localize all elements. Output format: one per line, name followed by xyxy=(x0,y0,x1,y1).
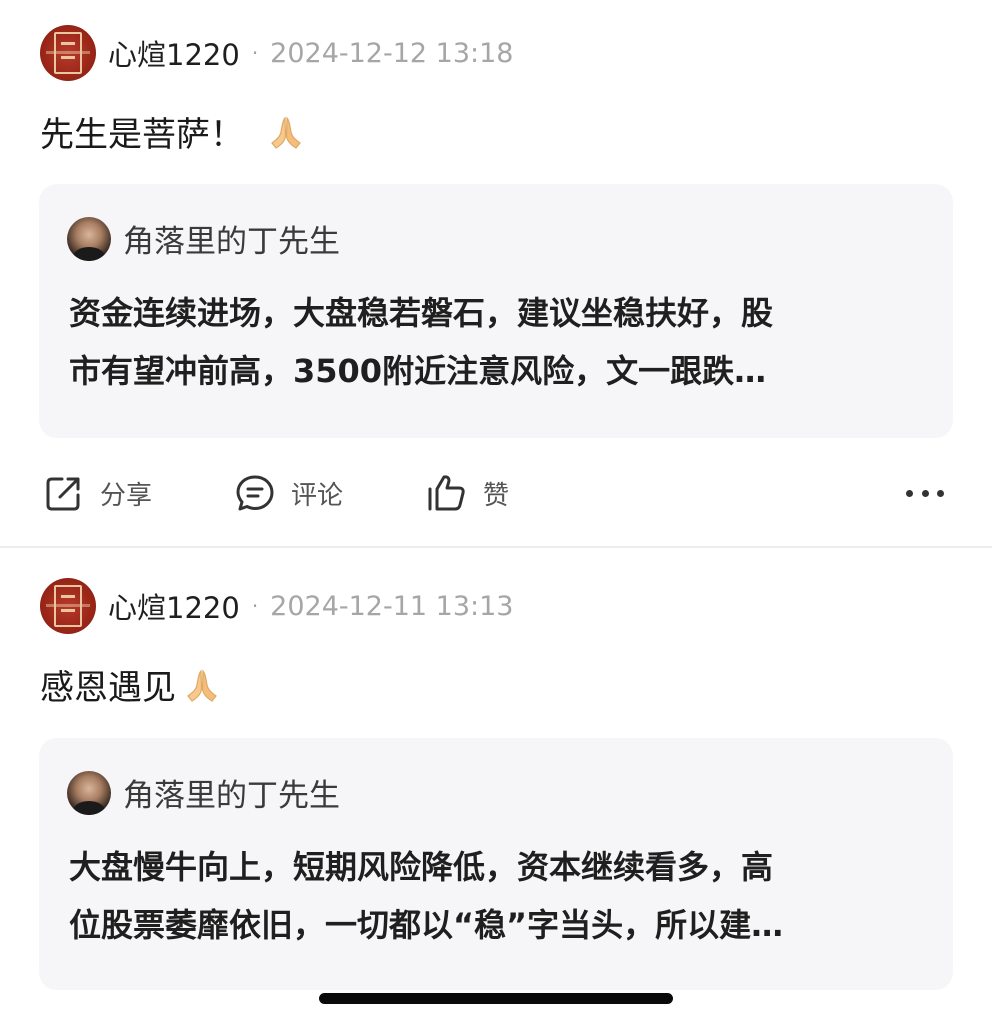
comment-label: 评论 xyxy=(291,480,344,511)
comment-body: 感恩遇见 xyxy=(40,668,176,708)
thumbs-up-icon xyxy=(428,475,465,511)
quoted-line: 市有望冲前高，3500附近注意风险，文一跟跌… xyxy=(69,352,767,390)
seal-icon xyxy=(54,32,82,74)
quoted-post-text: 大盘慢牛向上，短期风险降低，资本继续看多，高 位股票萎靡依旧，一切都以“稳”字当… xyxy=(69,838,929,954)
quoted-post-header: 角落里的丁先生 xyxy=(67,216,340,261)
quoted-post-card[interactable]: 角落里的丁先生 大盘慢牛向上，短期风险降低，资本继续看多，高 位股票萎靡依旧，一… xyxy=(39,738,953,990)
author-name[interactable]: 心煊1220 xyxy=(108,32,240,74)
quoted-author-avatar xyxy=(67,770,111,815)
avatar[interactable] xyxy=(40,25,96,81)
seal-icon xyxy=(54,585,82,627)
avatar[interactable] xyxy=(40,578,96,634)
more-options-icon[interactable] xyxy=(906,480,944,506)
share-button[interactable]: 分享 xyxy=(42,466,152,520)
like-label: 赞 xyxy=(483,480,510,511)
post-header: 心煊1220 · 2024-12-12 13:18 xyxy=(40,25,513,81)
quoted-line: 资金连续进场，大盘稳若磐石，建议坐稳扶好，股 xyxy=(69,294,774,332)
feed-item: 心煊1220 · 2024-12-11 13:13 感恩遇见 角落里的丁先生 大… xyxy=(0,548,992,1024)
quoted-author-name: 角落里的丁先生 xyxy=(123,778,340,814)
home-indicator[interactable] xyxy=(319,993,673,1004)
separator-dot: · xyxy=(251,41,259,65)
comment-icon xyxy=(236,475,274,511)
quoted-author-avatar xyxy=(67,216,111,261)
quoted-line: 大盘慢牛向上，短期风险降低，资本继续看多，高 xyxy=(69,848,774,886)
dot xyxy=(921,489,929,497)
author-name[interactable]: 心煊1220 xyxy=(108,585,240,627)
comment-button[interactable]: 评论 xyxy=(233,466,343,520)
comment-text: 感恩遇见 xyxy=(40,660,222,709)
dot xyxy=(906,489,913,497)
timestamp: 2024-12-11 13:13 xyxy=(270,590,514,622)
folded-hands-icon xyxy=(182,665,222,705)
post-header: 心煊1220 · 2024-12-11 13:13 xyxy=(40,578,513,634)
comment-body: 先生是菩萨！ xyxy=(40,115,244,155)
like-button[interactable]: 赞 xyxy=(425,466,509,520)
dot xyxy=(937,489,944,497)
action-bar: 分享 评论 赞 xyxy=(0,466,992,520)
quoted-line: 位股票萎靡依旧，一切都以“稳”字当头，所以建… xyxy=(69,906,784,944)
share-label: 分享 xyxy=(100,480,153,511)
quoted-post-card[interactable]: 角落里的丁先生 资金连续进场，大盘稳若磐石，建议坐稳扶好，股 市有望冲前高，35… xyxy=(39,184,953,438)
quoted-author-name: 角落里的丁先生 xyxy=(123,224,340,260)
share-icon xyxy=(46,477,80,511)
quoted-post-text: 资金连续进场，大盘稳若磐石，建议坐稳扶好，股 市有望冲前高，3500附近注意风险… xyxy=(69,284,929,400)
comment-text: 先生是菩萨！ xyxy=(40,107,306,156)
feed-item: 心煊1220 · 2024-12-12 13:18 先生是菩萨！ 角落里的丁先生… xyxy=(0,0,992,546)
quoted-post-header: 角落里的丁先生 xyxy=(67,770,340,815)
separator-dot: · xyxy=(251,594,259,618)
timestamp: 2024-12-12 13:18 xyxy=(270,37,514,69)
folded-hands-icon xyxy=(266,112,306,152)
